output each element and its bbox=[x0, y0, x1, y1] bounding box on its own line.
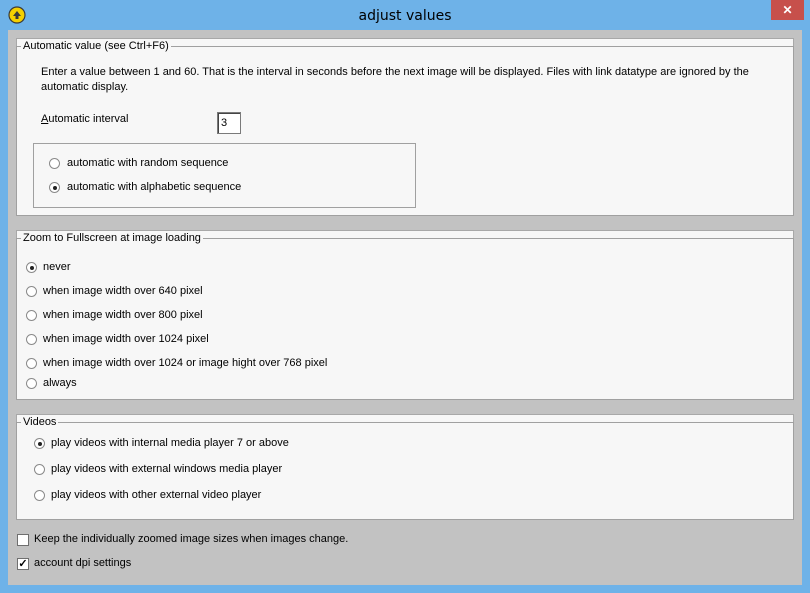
radio-zoom-1024[interactable] bbox=[26, 334, 37, 345]
checkbox-keep-zoom-sizes[interactable] bbox=[17, 534, 29, 546]
radio-video-external-wmp[interactable] bbox=[34, 464, 45, 475]
label-keep-zoom-sizes: Keep the individually zoomed image sizes… bbox=[34, 533, 349, 545]
automatic-interval-label: Automatic interval bbox=[41, 113, 128, 125]
radio-zoom-1024-768[interactable] bbox=[26, 358, 37, 369]
checkmark-icon: ✓ bbox=[18, 558, 28, 570]
label-zoom-1024: when image width over 1024 pixel bbox=[43, 333, 209, 345]
label-video-internal: play videos with internal media player 7… bbox=[51, 437, 289, 449]
dialog-client-area: Automatic value (see Ctrl+F6) Enter a va… bbox=[8, 30, 802, 585]
label-alphabetic-sequence: automatic with alphabetic sequence bbox=[67, 181, 242, 193]
label-zoom-always: always bbox=[43, 377, 77, 389]
radio-random-sequence[interactable] bbox=[49, 158, 60, 169]
checkbox-account-dpi[interactable]: ✓ bbox=[17, 558, 29, 570]
automatic-value-legend: Automatic value (see Ctrl+F6) bbox=[21, 40, 171, 52]
videos-panel: Videos play videos with internal media p… bbox=[16, 414, 794, 520]
label-video-other: play videos with other external video pl… bbox=[51, 489, 262, 501]
automatic-description: Enter a value between 1 and 60. That is … bbox=[41, 66, 749, 93]
radio-zoom-640[interactable] bbox=[26, 286, 37, 297]
radio-zoom-800[interactable] bbox=[26, 310, 37, 321]
label-video-external-wmp: play videos with external windows media … bbox=[51, 463, 283, 475]
radio-alphabetic-sequence[interactable] bbox=[49, 182, 60, 193]
zoom-fullscreen-legend: Zoom to Fullscreen at image loading bbox=[21, 232, 203, 244]
close-button[interactable]: ✕ bbox=[771, 0, 804, 20]
label-zoom-never: never bbox=[43, 261, 71, 273]
dialog-window: adjust values ✕ Automatic value (see Ctr… bbox=[0, 0, 810, 593]
sequence-option-frame bbox=[33, 143, 416, 208]
radio-zoom-never[interactable] bbox=[26, 262, 37, 273]
close-icon: ✕ bbox=[782, 3, 793, 17]
radio-video-internal[interactable] bbox=[34, 438, 45, 449]
automatic-interval-label-rest: utomatic interval bbox=[48, 113, 129, 125]
zoom-fullscreen-panel: Zoom to Fullscreen at image loading neve… bbox=[16, 230, 794, 400]
automatic-value-panel: Automatic value (see Ctrl+F6) Enter a va… bbox=[16, 38, 794, 216]
window-title: adjust values bbox=[358, 8, 452, 24]
label-zoom-640: when image width over 640 pixel bbox=[43, 285, 203, 297]
radio-video-other[interactable] bbox=[34, 490, 45, 501]
automatic-interval-input[interactable] bbox=[217, 112, 241, 134]
label-zoom-1024-768: when image width over 1024 or image high… bbox=[43, 357, 328, 369]
label-zoom-800: when image width over 800 pixel bbox=[43, 309, 203, 321]
label-account-dpi: account dpi settings bbox=[34, 557, 132, 569]
label-random-sequence: automatic with random sequence bbox=[67, 157, 229, 169]
videos-legend: Videos bbox=[21, 416, 59, 428]
radio-zoom-always[interactable] bbox=[26, 378, 37, 389]
title-bar[interactable]: adjust values ✕ bbox=[0, 0, 810, 30]
